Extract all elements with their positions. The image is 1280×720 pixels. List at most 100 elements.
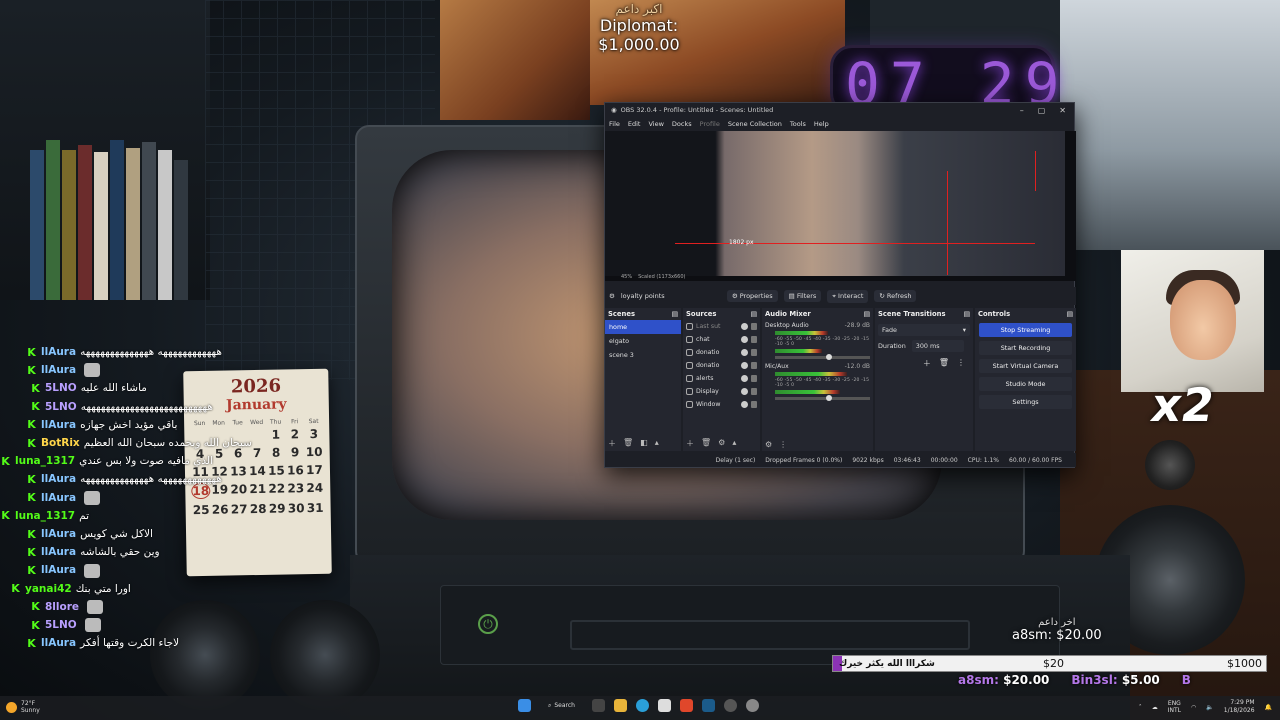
obs-preview[interactable]: 1802 px 45% Scaled (1173x660) bbox=[605, 131, 1076, 281]
lock-icon[interactable] bbox=[751, 323, 757, 330]
dock-menu-icon[interactable]: ▤ bbox=[864, 310, 870, 320]
source-item[interactable]: Last sut bbox=[683, 320, 760, 333]
add-icon[interactable]: ＋ bbox=[686, 438, 694, 449]
visibility-eye-icon[interactable] bbox=[741, 401, 748, 408]
chat-username[interactable]: yanai42 bbox=[25, 580, 72, 598]
add-icon[interactable]: ＋ bbox=[923, 358, 931, 369]
source-item[interactable]: chat bbox=[683, 333, 760, 346]
source-item[interactable]: alerts bbox=[683, 372, 760, 385]
studio-mode-button[interactable]: Studio Mode bbox=[979, 377, 1072, 391]
dock-menu-icon[interactable]: ▤ bbox=[672, 310, 678, 318]
chat-username[interactable]: llAura bbox=[41, 489, 76, 507]
volume-slider[interactable] bbox=[775, 354, 870, 360]
obs-titlebar[interactable]: ◉ OBS 32.0.4 - Profile: Untitled - Scene… bbox=[605, 103, 1074, 117]
menu-view[interactable]: View bbox=[648, 120, 663, 128]
chat-username[interactable]: llAura bbox=[41, 470, 76, 488]
menu-help[interactable]: Help bbox=[814, 120, 829, 128]
dock-menu-icon[interactable]: ▤ bbox=[1067, 310, 1073, 318]
taskbar-clock[interactable]: 7:29 PM 1/18/2026 bbox=[1224, 699, 1255, 715]
obs-taskbar-icon[interactable] bbox=[724, 699, 737, 712]
filters-button[interactable]: ▤ Filters bbox=[783, 290, 822, 302]
trash-icon[interactable]: 🗑 bbox=[701, 438, 711, 449]
chat-username[interactable]: llAura bbox=[41, 361, 76, 379]
chat-username[interactable]: llAura bbox=[41, 561, 76, 579]
obs-window[interactable]: ◉ OBS 32.0.4 - Profile: Untitled - Scene… bbox=[604, 102, 1076, 468]
settings-icon[interactable]: ⚙ bbox=[765, 440, 772, 449]
duration-input[interactable]: 300 ms bbox=[911, 340, 964, 352]
menu-tools[interactable]: Tools bbox=[790, 120, 806, 128]
taskbar-search[interactable]: ⌕ Search bbox=[540, 700, 583, 712]
preview-zoom[interactable]: 45% bbox=[621, 274, 632, 280]
lock-icon[interactable] bbox=[751, 336, 757, 343]
refresh-button[interactable]: ↻ Refresh bbox=[874, 290, 917, 302]
minimize-icon[interactable]: – bbox=[1020, 106, 1024, 115]
lock-icon[interactable] bbox=[751, 362, 757, 369]
lock-icon[interactable] bbox=[751, 349, 757, 356]
source-item[interactable]: Display bbox=[683, 385, 760, 398]
chat-username[interactable]: luna_1317 bbox=[15, 452, 75, 470]
trash-icon[interactable]: 🗑 bbox=[939, 358, 949, 369]
language-indicator[interactable]: ENG INTL bbox=[1168, 700, 1181, 714]
chat-username[interactable]: 5LNO bbox=[45, 398, 77, 416]
scene-item[interactable]: scene 3 bbox=[605, 348, 681, 362]
trash-icon[interactable]: 🗑 bbox=[623, 438, 633, 449]
more-icon[interactable]: ⋮ bbox=[957, 358, 965, 369]
chat-username[interactable]: luna_1317 bbox=[15, 507, 75, 525]
brave-icon[interactable] bbox=[680, 699, 693, 712]
start-recording-button[interactable]: Start Recording bbox=[979, 341, 1072, 355]
task-view-icon[interactable] bbox=[592, 699, 605, 712]
filter-icon[interactable]: ◧ bbox=[640, 438, 648, 449]
windows-start-icon[interactable] bbox=[518, 699, 531, 712]
chat-username[interactable]: llAura bbox=[41, 543, 76, 561]
chat-username[interactable]: 8llore bbox=[45, 598, 79, 616]
lock-icon[interactable] bbox=[751, 375, 757, 382]
menu-docks[interactable]: Docks bbox=[672, 120, 692, 128]
chat-username[interactable]: BotRix bbox=[41, 434, 80, 452]
add-icon[interactable]: ＋ bbox=[608, 438, 616, 449]
wifi-icon[interactable]: ◠ bbox=[1191, 704, 1196, 711]
maximize-icon[interactable]: ▢ bbox=[1038, 106, 1046, 115]
chat-username[interactable]: llAura bbox=[41, 634, 76, 652]
menu-scene-collection[interactable]: Scene Collection bbox=[728, 120, 782, 128]
menu-profile[interactable]: Profile bbox=[700, 120, 720, 128]
store-icon[interactable] bbox=[658, 699, 671, 712]
up-icon[interactable]: ▴ bbox=[655, 438, 659, 449]
visibility-eye-icon[interactable] bbox=[741, 349, 748, 356]
chat-username[interactable]: llAura bbox=[41, 416, 76, 434]
stop-streaming-button[interactable]: Stop Streaming bbox=[979, 323, 1072, 337]
close-icon[interactable]: ✕ bbox=[1059, 106, 1066, 115]
source-item[interactable]: Window bbox=[683, 398, 760, 411]
lock-icon[interactable] bbox=[751, 401, 757, 408]
visibility-eye-icon[interactable] bbox=[741, 362, 748, 369]
steam-icon[interactable] bbox=[702, 699, 715, 712]
scene-item[interactable]: elgato bbox=[605, 334, 681, 348]
visibility-eye-icon[interactable] bbox=[741, 323, 748, 330]
transition-select[interactable]: Fade ▾ bbox=[878, 324, 970, 336]
dock-menu-icon[interactable]: ▤ bbox=[751, 310, 757, 318]
chat-username[interactable]: 5LNO bbox=[45, 379, 77, 397]
notification-icon[interactable]: 🔔 bbox=[1265, 704, 1272, 711]
edge-icon[interactable] bbox=[636, 699, 649, 712]
scene-item[interactable]: home bbox=[605, 320, 681, 334]
volume-slider[interactable] bbox=[775, 395, 870, 401]
menu-edit[interactable]: Edit bbox=[628, 120, 641, 128]
menu-file[interactable]: File bbox=[609, 120, 620, 128]
file-explorer-icon[interactable] bbox=[614, 699, 627, 712]
weather-widget[interactable]: 72°F Sunny bbox=[6, 700, 40, 714]
visibility-eye-icon[interactable] bbox=[741, 375, 748, 382]
visibility-eye-icon[interactable] bbox=[741, 336, 748, 343]
onedrive-icon[interactable]: ☁ bbox=[1152, 704, 1158, 711]
visibility-eye-icon[interactable] bbox=[741, 388, 748, 395]
interact-button[interactable]: ⌖ Interact bbox=[827, 289, 869, 303]
up-icon[interactable]: ▴ bbox=[732, 438, 736, 449]
properties-button[interactable]: ⚙ Properties bbox=[726, 290, 778, 302]
source-item[interactable]: donatio bbox=[683, 359, 760, 372]
lock-icon[interactable] bbox=[751, 388, 757, 395]
volume-icon[interactable]: 🔈 bbox=[1206, 704, 1213, 711]
source-item[interactable]: donatio bbox=[683, 346, 760, 359]
chat-username[interactable]: 5LNO bbox=[45, 616, 77, 634]
dock-menu-icon[interactable]: ▤ bbox=[964, 310, 970, 318]
chat-username[interactable]: llAura bbox=[41, 343, 76, 361]
start-virtual-camera-button[interactable]: Start Virtual Camera bbox=[979, 359, 1072, 373]
gear-icon[interactable]: ⚙ bbox=[718, 438, 725, 449]
